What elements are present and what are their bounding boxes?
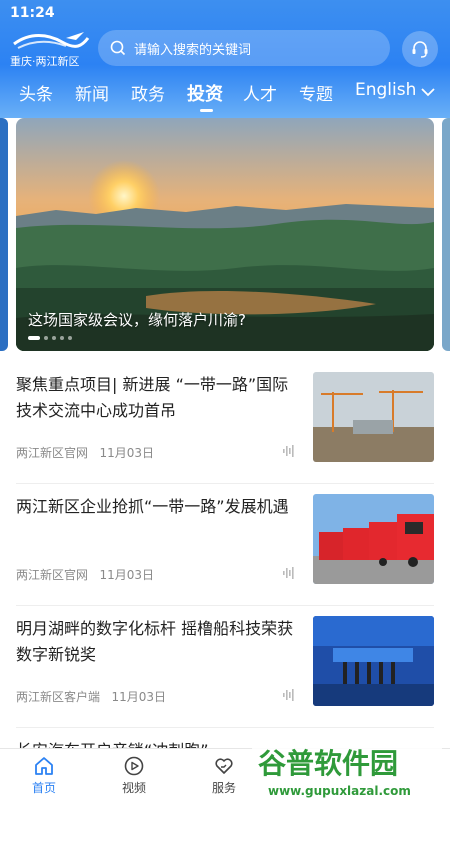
- news-thumbnail: [313, 494, 434, 584]
- news-item[interactable]: 两江新区企业抢抓“一带一路”发展机遇 两江新区官网 11月03日: [16, 494, 434, 606]
- news-source: 两江新区客户端: [16, 690, 101, 704]
- news-meta: 两江新区官网 11月03日: [16, 566, 154, 583]
- watermark-text: 谷普软件园: [258, 747, 398, 780]
- news-title: 明月湖畔的数字化标杆 摇橹船科技荣获数字新锐奖: [16, 619, 294, 664]
- play-icon: [124, 756, 144, 776]
- status-time: 11:24: [10, 5, 55, 21]
- channel-tabs: 头条 新闻 政务 投资 人才 专题 English: [0, 80, 450, 112]
- tab-topics[interactable]: 专题: [299, 80, 333, 105]
- app-logo[interactable]: 重庆·两江新区: [10, 28, 90, 68]
- search-icon: [110, 40, 126, 56]
- search-placeholder: 请输入搜索的关键词: [134, 42, 252, 58]
- nav-service[interactable]: 服务: [194, 755, 254, 796]
- tab-investment[interactable]: 投资: [187, 80, 223, 106]
- headset-icon: [412, 41, 428, 58]
- tab-news[interactable]: 新闻: [75, 80, 109, 105]
- news-item[interactable]: 明月湖畔的数字化标杆 摇橹船科技荣获数字新锐奖 两江新区客户端 11月03日: [16, 616, 434, 728]
- news-date: 11月03日: [111, 690, 167, 704]
- nav-video[interactable]: 视频: [104, 755, 164, 796]
- news-title: 两江新区企业抢抓“一带一路”发展机遇: [16, 497, 289, 516]
- news-item[interactable]: 聚焦重点项目| 新进展 “一带一路”国际技术交流中心成功首吊 两江新区官网 11…: [16, 372, 434, 484]
- news-date: 11月03日: [99, 568, 155, 582]
- carousel-dot: [28, 336, 40, 340]
- tab-headlines[interactable]: 头条: [19, 80, 53, 105]
- tab-talent[interactable]: 人才: [243, 80, 277, 105]
- nav-service-label: 服务: [211, 781, 236, 795]
- carousel-prev-peek[interactable]: [0, 118, 8, 351]
- heart-hand-icon: [215, 758, 233, 774]
- active-tab-indicator: [200, 109, 213, 112]
- news-title: 聚焦重点项目| 新进展 “一带一路”国际技术交流中心成功首吊: [16, 375, 289, 420]
- nav-home[interactable]: 首页: [14, 755, 74, 796]
- carousel-indicator: [28, 336, 72, 340]
- tab-government[interactable]: 政务: [131, 80, 165, 105]
- news-meta: 两江新区客户端 11月03日: [16, 688, 166, 705]
- logo-wave-icon: [13, 32, 90, 49]
- carousel-dot: [68, 336, 72, 340]
- news-source: 两江新区官网: [16, 568, 89, 582]
- watermark: 谷普软件园 www.gupuxlazal.com: [252, 743, 442, 798]
- audio-wave-icon[interactable]: [282, 688, 296, 702]
- watermark-url: www.gupuxlazal.com: [268, 784, 411, 798]
- tab-english[interactable]: English: [355, 80, 416, 100]
- carousel-next-peek[interactable]: [442, 118, 450, 351]
- carousel-dot: [60, 336, 64, 340]
- header: 11:24 重庆·两江新区 请输入搜索的关键词 头条 新闻 政务 投资 人才 专…: [0, 0, 450, 118]
- logo-text: 重庆·两江新区: [10, 55, 80, 68]
- customer-service-button[interactable]: [402, 31, 438, 67]
- news-date: 11月03日: [99, 446, 155, 460]
- audio-wave-icon[interactable]: [282, 566, 296, 580]
- news-thumbnail: [313, 616, 434, 706]
- carousel-dot: [44, 336, 48, 340]
- carousel-dot: [52, 336, 56, 340]
- chevron-down-icon[interactable]: [420, 86, 436, 98]
- nav-video-label: 视频: [121, 781, 146, 795]
- banner-caption: 这场国家级会议，缘何落户川渝?: [28, 311, 246, 329]
- news-thumbnail: [313, 372, 434, 462]
- news-meta: 两江新区官网 11月03日: [16, 444, 154, 461]
- search-input[interactable]: 请输入搜索的关键词: [98, 30, 390, 66]
- home-icon: [35, 757, 53, 775]
- nav-home-label: 首页: [31, 781, 56, 795]
- banner-carousel[interactable]: 这场国家级会议，缘何落户川渝?: [16, 118, 434, 351]
- audio-wave-icon[interactable]: [282, 444, 296, 458]
- news-source: 两江新区官网: [16, 446, 89, 460]
